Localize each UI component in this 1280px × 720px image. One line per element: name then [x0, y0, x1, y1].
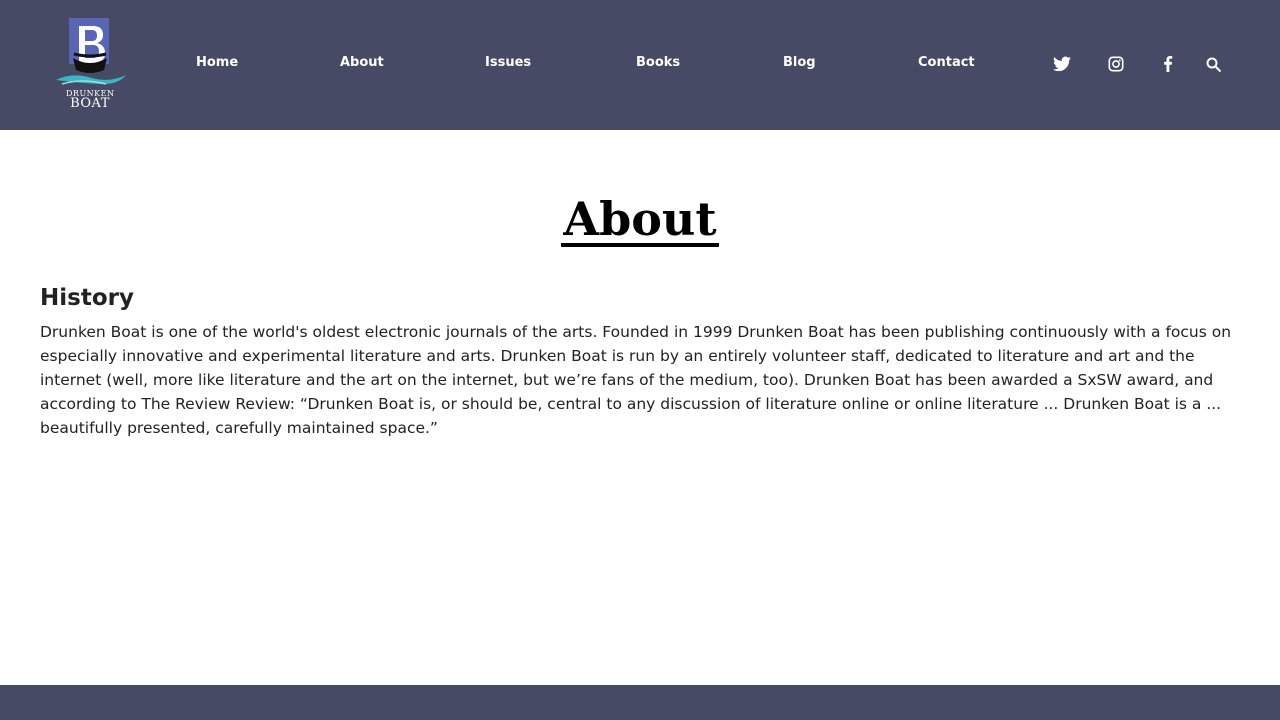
logo-text-boat: BOAT: [70, 96, 110, 111]
nav-issues-link[interactable]: Issues: [485, 55, 531, 71]
search-button[interactable]: [1201, 52, 1225, 76]
instagram-icon: [1108, 56, 1124, 72]
facebook-icon: [1164, 56, 1173, 72]
facebook-link[interactable]: [1156, 52, 1180, 76]
site-logo[interactable]: DRUNKEN BOAT: [52, 12, 128, 118]
history-paragraph: Drunken Boat is one of the world's oldes…: [40, 323, 1232, 437]
twitter-link[interactable]: [1050, 52, 1074, 76]
nav-home-link[interactable]: Home: [196, 55, 238, 71]
nav-about-link[interactable]: About: [340, 55, 384, 71]
nav-contact-link[interactable]: Contact: [918, 55, 975, 71]
instagram-link[interactable]: [1104, 52, 1128, 76]
nav-blog-link[interactable]: Blog: [783, 55, 816, 71]
boat-logo-icon: [56, 18, 126, 85]
page-title: About: [0, 192, 1280, 247]
page-title-text: About: [561, 192, 719, 247]
site-footer: [0, 685, 1280, 720]
section-heading-history: History: [40, 285, 134, 311]
nav-books-link[interactable]: Books: [636, 55, 680, 71]
site-header: DRUNKEN BOAT Home About Issues Books Blo…: [0, 0, 1280, 130]
twitter-icon: [1053, 56, 1071, 72]
search-icon: [1206, 57, 1221, 72]
